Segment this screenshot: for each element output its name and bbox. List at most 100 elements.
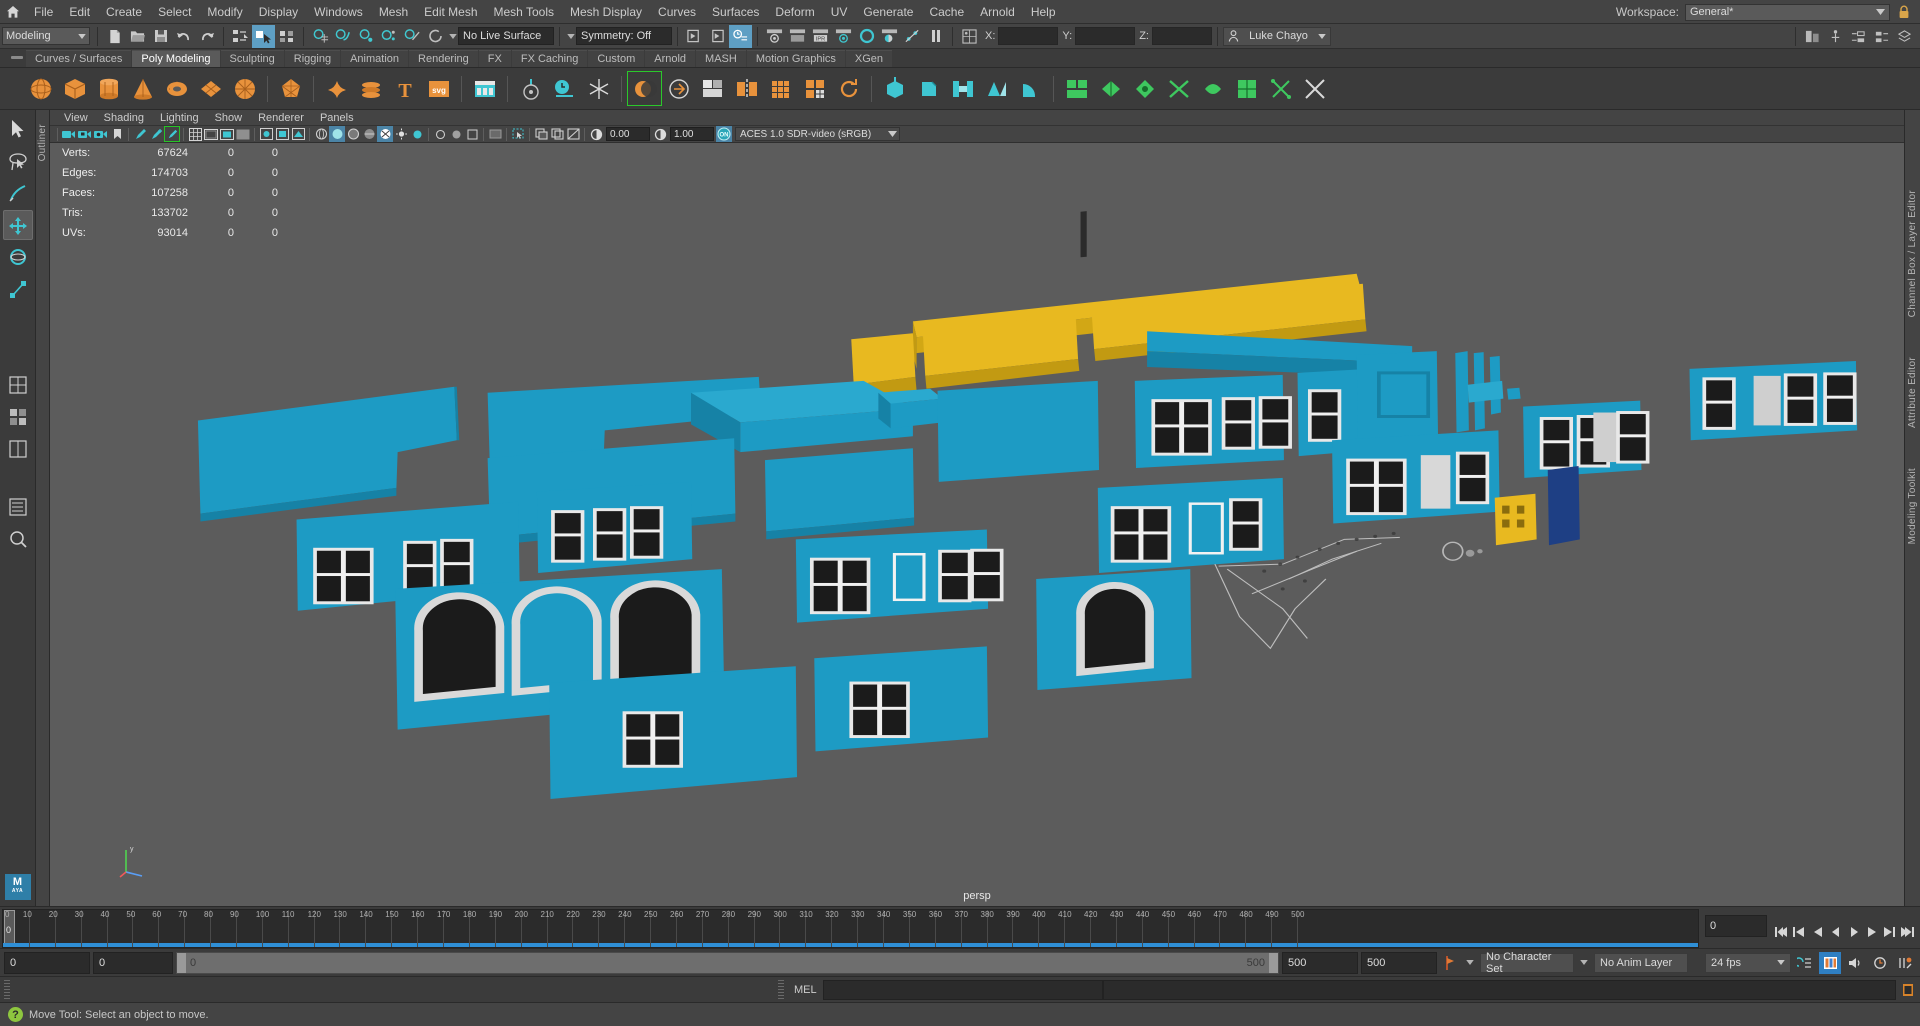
shadows-icon[interactable]: [409, 126, 425, 142]
shelf-tab-xgen[interactable]: XGen: [845, 50, 893, 67]
redo-render-icon[interactable]: [786, 25, 809, 48]
attribute-editor-label[interactable]: Attribute Editor: [1907, 357, 1918, 428]
hypershade-icon[interactable]: [855, 25, 878, 48]
x-value-field[interactable]: [998, 27, 1059, 45]
output-connections-icon[interactable]: [706, 25, 729, 48]
viewport-menu-shading[interactable]: Shading: [96, 110, 152, 126]
poly-pyramid-icon[interactable]: [320, 72, 353, 105]
menu-windows[interactable]: Windows: [306, 0, 371, 24]
shelf-tab-mash[interactable]: MASH: [696, 50, 746, 67]
film-gate-icon[interactable]: [203, 126, 219, 142]
image-plane-icon[interactable]: [109, 126, 125, 142]
poly-quad-draw-icon[interactable]: [548, 72, 581, 105]
duplicate-view-icon[interactable]: [549, 126, 565, 142]
help-icon[interactable]: ?: [8, 1007, 23, 1022]
motion-blur-icon[interactable]: [448, 126, 464, 142]
poly-smooth-icon[interactable]: [764, 72, 797, 105]
script-editor-icon[interactable]: [1898, 980, 1918, 1000]
poly-snowflake-icon[interactable]: [582, 72, 615, 105]
poly-svg-icon[interactable]: svg: [422, 72, 455, 105]
time-slider-ticks[interactable]: 0 0 10 20 30 40 50 60 70 80 90 100 110 120 130 140 150 1…: [2, 909, 1699, 948]
shelf-tab-animation[interactable]: Animation: [341, 50, 409, 67]
viewport-menu-show[interactable]: Show: [207, 110, 251, 126]
layout-hypershade-icon[interactable]: [3, 524, 33, 554]
textured-icon[interactable]: [377, 126, 393, 142]
uv-layout-icon[interactable]: [1128, 72, 1161, 105]
range-slider-bar[interactable]: 0 500: [176, 951, 1279, 974]
menu-mesh-display[interactable]: Mesh Display: [562, 0, 650, 24]
uv-auto-icon[interactable]: [1230, 72, 1263, 105]
poly-mirror-icon[interactable]: [730, 72, 763, 105]
move-tool-icon[interactable]: [2, 210, 33, 240]
grease-pencil-icon[interactable]: [132, 126, 148, 142]
key-ticks-icon[interactable]: [1894, 952, 1916, 974]
snap-to-point-icon[interactable]: [355, 25, 378, 48]
anim-layer-selector[interactable]: No Anim Layer: [1594, 952, 1688, 973]
shelf-tab-poly-modeling[interactable]: Poly Modeling: [132, 50, 220, 67]
menu-select[interactable]: Select: [150, 0, 199, 24]
chevron-down-icon[interactable]: [1577, 952, 1591, 974]
lighting-icon[interactable]: [393, 126, 409, 142]
poly-platonic-icon[interactable]: [274, 72, 307, 105]
flat-shade-icon[interactable]: [345, 126, 361, 142]
z-value-field[interactable]: [1151, 27, 1212, 45]
rotate-tool-icon[interactable]: [3, 242, 33, 272]
animation-preferences-icon[interactable]: [1794, 952, 1816, 974]
gamma-field[interactable]: 1.00: [670, 127, 714, 141]
modeling-toolkit-label[interactable]: Modeling Toolkit: [1907, 468, 1918, 544]
home-icon[interactable]: [0, 0, 26, 24]
transform-fields-icon[interactable]: [958, 25, 981, 48]
aa-icon[interactable]: [464, 126, 480, 142]
live-surface-field[interactable]: No Live Surface: [458, 27, 554, 45]
character-set-selector[interactable]: No Character Set: [1480, 951, 1574, 975]
step-forward-keyframe-icon[interactable]: [1881, 922, 1898, 942]
wireframe-icon[interactable]: [313, 126, 329, 142]
select-by-hierarchy-icon[interactable]: [229, 25, 252, 48]
auto-keyframe-icon[interactable]: [1440, 952, 1460, 974]
command-line-grip[interactable]: [4, 979, 10, 1000]
animation-end-time-field[interactable]: 500: [1361, 951, 1437, 974]
menu-modify[interactable]: Modify: [199, 0, 250, 24]
xray-active-components-icon[interactable]: [290, 126, 306, 142]
menu-display[interactable]: Display: [251, 0, 306, 24]
menu-curves[interactable]: Curves: [650, 0, 704, 24]
isolate-select-icon[interactable]: [487, 126, 503, 142]
exposure-field[interactable]: 0.00: [606, 127, 650, 141]
viewport-menu-renderer[interactable]: Renderer: [250, 110, 312, 126]
timeline-options-icon[interactable]: [1819, 951, 1841, 974]
redo-icon[interactable]: [195, 25, 218, 48]
layout-persp-side-icon[interactable]: [3, 434, 33, 464]
poly-bevel-icon[interactable]: [912, 72, 945, 105]
poly-wedge-icon[interactable]: [1014, 72, 1047, 105]
xray-joints-icon[interactable]: [274, 126, 290, 142]
shelf-tab-rigging[interactable]: Rigging: [284, 50, 341, 67]
range-right-grip[interactable]: [1269, 952, 1278, 973]
poly-append-icon[interactable]: [980, 72, 1013, 105]
menu-arnold[interactable]: Arnold: [972, 0, 1023, 24]
snap-to-view-plane-icon[interactable]: [401, 25, 424, 48]
color-management-icon[interactable]: ON: [716, 126, 732, 142]
shelf-tab-custom[interactable]: Custom: [588, 50, 645, 67]
uv-planar-icon[interactable]: [1264, 72, 1297, 105]
poly-boolean-icon[interactable]: [696, 72, 729, 105]
poly-sphere-icon[interactable]: [24, 72, 57, 105]
wireframe-on-shaded-icon[interactable]: [361, 126, 377, 142]
viewport-3d-canvas[interactable]: Verts: 67624 0 0 Edges: 174703 0 0 Faces…: [50, 143, 1904, 906]
y-value-field[interactable]: [1075, 27, 1136, 45]
select-by-object-icon[interactable]: [252, 24, 275, 48]
playback-end-time-field[interactable]: 500: [1282, 951, 1358, 974]
snap-to-projected-center-icon[interactable]: [378, 25, 401, 48]
new-scene-icon[interactable]: [103, 25, 126, 48]
show-modeling-toolkit-icon[interactable]: [1870, 25, 1893, 48]
viewport-menu-lighting[interactable]: Lighting: [152, 110, 207, 126]
xray-icon[interactable]: [258, 126, 274, 142]
exposure-icon[interactable]: [588, 126, 604, 142]
resolution-gate-icon[interactable]: [219, 126, 235, 142]
poly-extrude-icon[interactable]: [878, 72, 911, 105]
select-region-icon[interactable]: [510, 126, 526, 142]
render-current-frame-icon[interactable]: [763, 25, 786, 48]
chevron-down-icon[interactable]: [1463, 952, 1477, 974]
menu-edit-mesh[interactable]: Edit Mesh: [416, 0, 485, 24]
poly-helix-icon[interactable]: [354, 72, 387, 105]
scene-geometry[interactable]: [50, 143, 1904, 906]
